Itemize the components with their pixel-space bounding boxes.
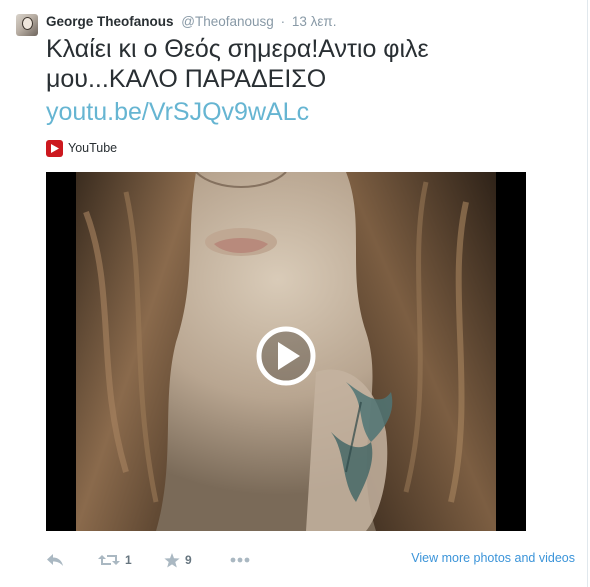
reply-button[interactable] [46, 548, 64, 572]
card-source[interactable]: YouTube [46, 138, 117, 158]
view-more-media-link[interactable]: View more photos and videos [411, 548, 575, 568]
tweet-timestamp[interactable]: 13 λεπ. [292, 14, 337, 29]
header-separator: · [280, 14, 286, 29]
star-icon [164, 552, 180, 567]
tweet-header: George Theofanous @Theofanousg · 13 λεπ. [46, 13, 336, 31]
video-thumbnail [46, 172, 526, 531]
card-source-label: YouTube [68, 141, 118, 155]
play-button-icon [256, 326, 316, 386]
author-username[interactable]: @Theofanousg [181, 14, 274, 29]
reply-icon [47, 554, 63, 566]
author-fullname[interactable]: George Theofanous [46, 14, 174, 29]
retweet-icon [98, 555, 120, 565]
more-dots-icon [230, 557, 250, 563]
favorite-button[interactable]: 9 [164, 548, 192, 572]
tweet-link[interactable]: youtu.be/VrSJQv9wALc [46, 96, 309, 128]
youtube-icon [46, 139, 63, 157]
more-button[interactable] [230, 548, 250, 572]
avatar[interactable] [16, 14, 38, 36]
favorite-count: 9 [185, 553, 192, 567]
video-player[interactable] [46, 172, 526, 531]
tweet: George Theofanous @Theofanousg · 13 λεπ.… [0, 0, 588, 587]
avatar-face [22, 17, 33, 30]
tweet-text: Κλαίει κι ο Θεός σημερα!Αντιο φιλε μου..… [46, 35, 429, 93]
retweet-button[interactable]: 1 [98, 548, 132, 572]
retweet-count: 1 [125, 553, 132, 567]
